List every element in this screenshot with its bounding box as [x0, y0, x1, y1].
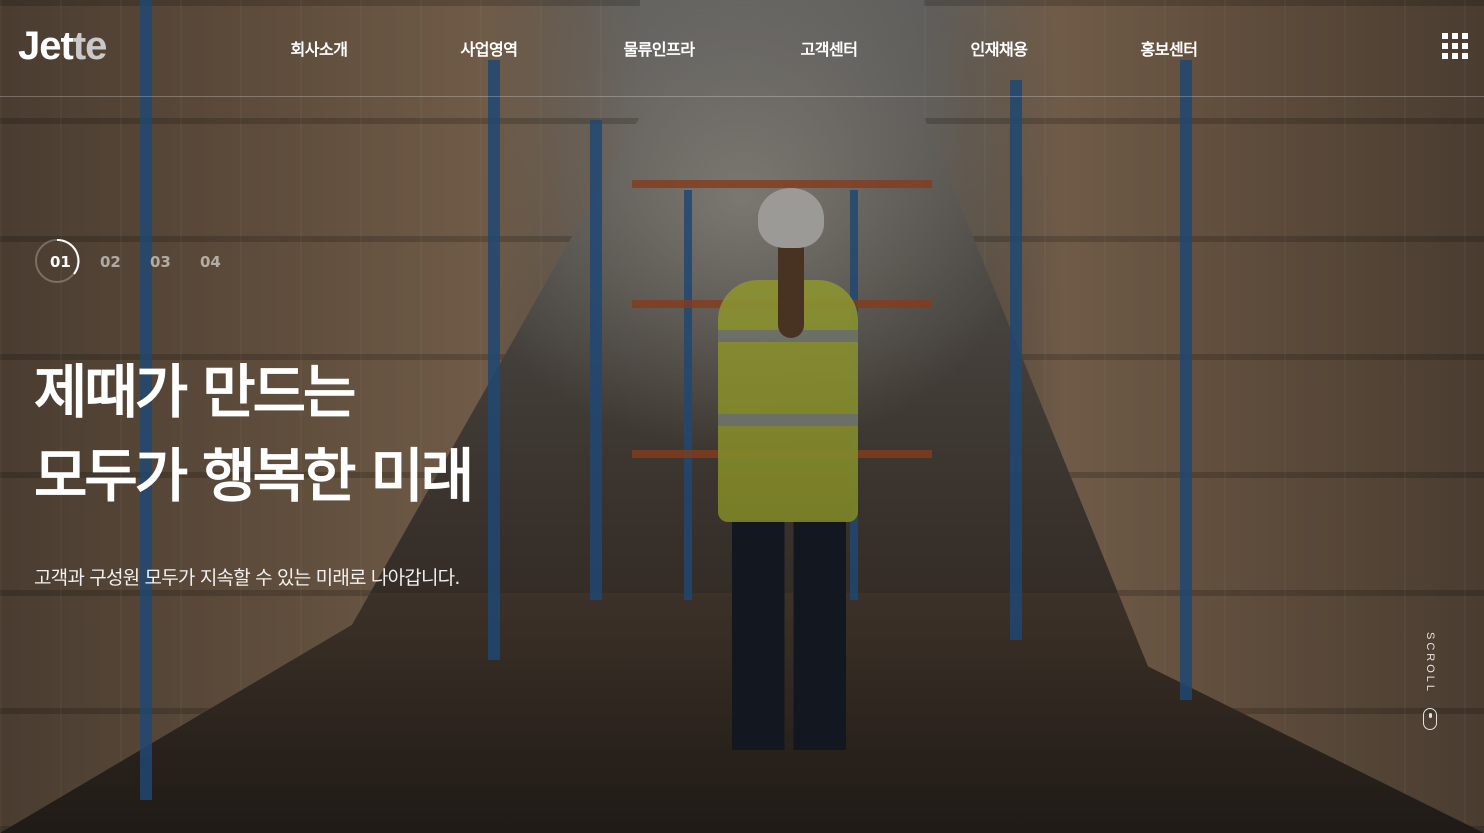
progress-ring-icon	[35, 238, 80, 283]
pager-item-4[interactable]: 04	[184, 253, 234, 271]
logo-text-secondary: te	[72, 24, 108, 68]
pager-item-1[interactable]: 01	[34, 238, 84, 283]
nav-item-business[interactable]: 사업영역	[404, 36, 574, 60]
nav-item-about[interactable]: 회사소개	[234, 36, 404, 60]
pager-label: 04	[200, 253, 221, 271]
logo-text-primary: Jet	[18, 24, 74, 68]
scroll-label: SCROLL	[1424, 632, 1436, 695]
logo[interactable]: Jette	[18, 24, 108, 69]
hero-subtext: 고객과 구성원 모두가 지속할 수 있는 미래로 나아갑니다.	[34, 567, 460, 589]
headline-line-2: 모두가 행복한 미래	[34, 442, 474, 510]
hero-headline: 제때가 만드는 모두가 행복한 미래	[34, 350, 474, 518]
scroll-indicator[interactable]: SCROLL	[1418, 632, 1442, 731]
main-nav: 회사소개 사업영역 물류인프라 고객센터 인재채용 홍보센터	[234, 36, 1254, 60]
headline-line-1: 제때가 만드는	[34, 358, 356, 426]
hero-section: Jette 회사소개 사업영역 물류인프라 고객센터 인재채용 홍보센터 01 …	[0, 0, 1484, 833]
mouse-icon	[1423, 708, 1437, 731]
pager-label: 02	[100, 253, 121, 271]
pager-label: 03	[150, 253, 171, 271]
nav-item-pr[interactable]: 홍보센터	[1084, 36, 1254, 60]
site-header: Jette 회사소개 사업영역 물류인프라 고객센터 인재채용 홍보센터	[0, 0, 1484, 97]
pager-item-2[interactable]: 02	[84, 253, 134, 271]
nav-item-support[interactable]: 고객센터	[744, 36, 914, 60]
slide-pagination: 01 02 03 04	[34, 238, 234, 286]
nav-item-logistics[interactable]: 물류인프라	[574, 36, 744, 60]
grid-menu-icon[interactable]	[1442, 33, 1470, 61]
nav-item-careers[interactable]: 인재채용	[914, 36, 1084, 60]
pager-item-3[interactable]: 03	[134, 253, 184, 271]
